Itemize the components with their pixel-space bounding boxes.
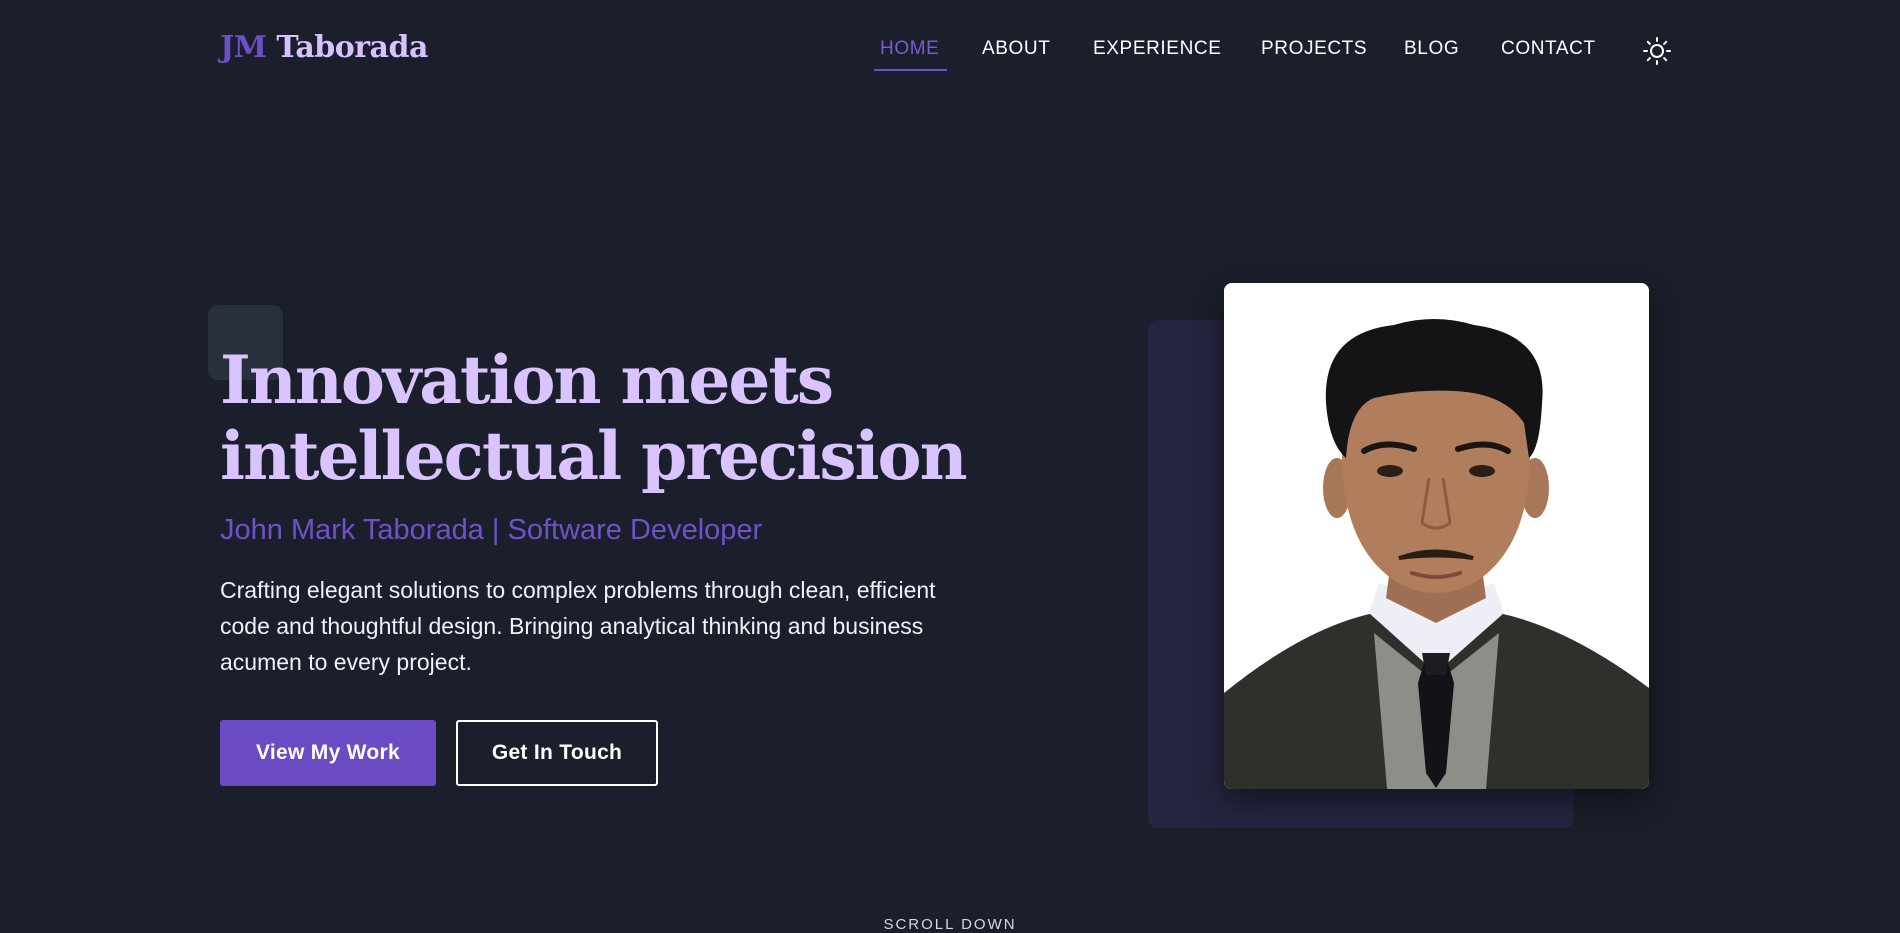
- headline-line-2: intellectual precision: [220, 417, 968, 495]
- hero-description: Crafting elegant solutions to complex pr…: [220, 577, 936, 675]
- theme-toggle-button[interactable]: [1642, 36, 1672, 66]
- nav-projects[interactable]: PROJECTS: [1261, 38, 1367, 60]
- site-header: JM Taborada HOME ABOUT EXPERIENCE PROJEC…: [0, 0, 1900, 100]
- portrait-photo: [1224, 283, 1649, 789]
- profile-photo: [1224, 283, 1649, 789]
- hero-subtitle: John Mark Taborada | Software Developer: [220, 514, 763, 546]
- main-nav: HOME ABOUT EXPERIENCE PROJECTS BLOG CONT…: [0, 38, 1900, 78]
- nav-home[interactable]: HOME: [880, 38, 939, 60]
- headline-line-1: Innovation meets: [220, 341, 834, 419]
- scroll-down-hint[interactable]: SCROLL DOWN: [0, 916, 1900, 933]
- nav-about[interactable]: ABOUT: [982, 38, 1050, 60]
- nav-active-indicator: [874, 69, 947, 71]
- sun-icon: [1643, 37, 1671, 65]
- get-in-touch-button[interactable]: Get In Touch: [456, 720, 658, 786]
- nav-contact[interactable]: CONTACT: [1501, 38, 1596, 60]
- hero-headline: Innovation meets intellectual precision: [220, 342, 1040, 494]
- nav-experience[interactable]: EXPERIENCE: [1093, 38, 1221, 60]
- view-my-work-button[interactable]: View My Work: [220, 720, 436, 786]
- nav-blog[interactable]: BLOG: [1404, 38, 1459, 60]
